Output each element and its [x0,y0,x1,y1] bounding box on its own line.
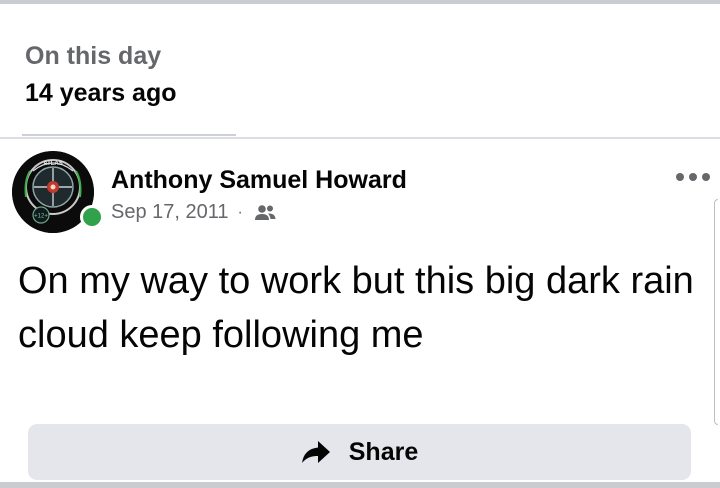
share-arrow-icon [301,441,330,463]
memory-title: 14 years ago [25,79,177,107]
post-card: ATLAS +12+ Anthony Samuel Howard Sep 17,… [0,139,720,484]
more-options-icon[interactable] [676,169,710,185]
more-dot [676,173,684,181]
memory-subtitle: On this day [25,42,162,70]
share-label: Share [348,437,419,466]
avatar-badge-text: ATLAS [43,161,63,167]
online-status-dot [80,205,104,229]
post-date[interactable]: Sep 17, 2011 [111,201,229,224]
post-text: On my way to work but this big dark rain… [18,260,694,356]
share-button[interactable]: Share [28,424,691,480]
section-underline [22,134,236,136]
avatar-sub-badge: +12+ [34,214,48,220]
right-edge-panel [714,199,718,425]
post-meta: Sep 17, 2011 · [111,201,277,224]
more-dot [689,173,697,181]
bottom-border [0,482,720,488]
friends-icon [254,204,276,220]
memory-header: On this day 14 years ago [0,4,720,138]
meta-separator: · [237,203,243,221]
post-author[interactable]: Anthony Samuel Howard [111,166,407,195]
more-dot [702,173,710,181]
